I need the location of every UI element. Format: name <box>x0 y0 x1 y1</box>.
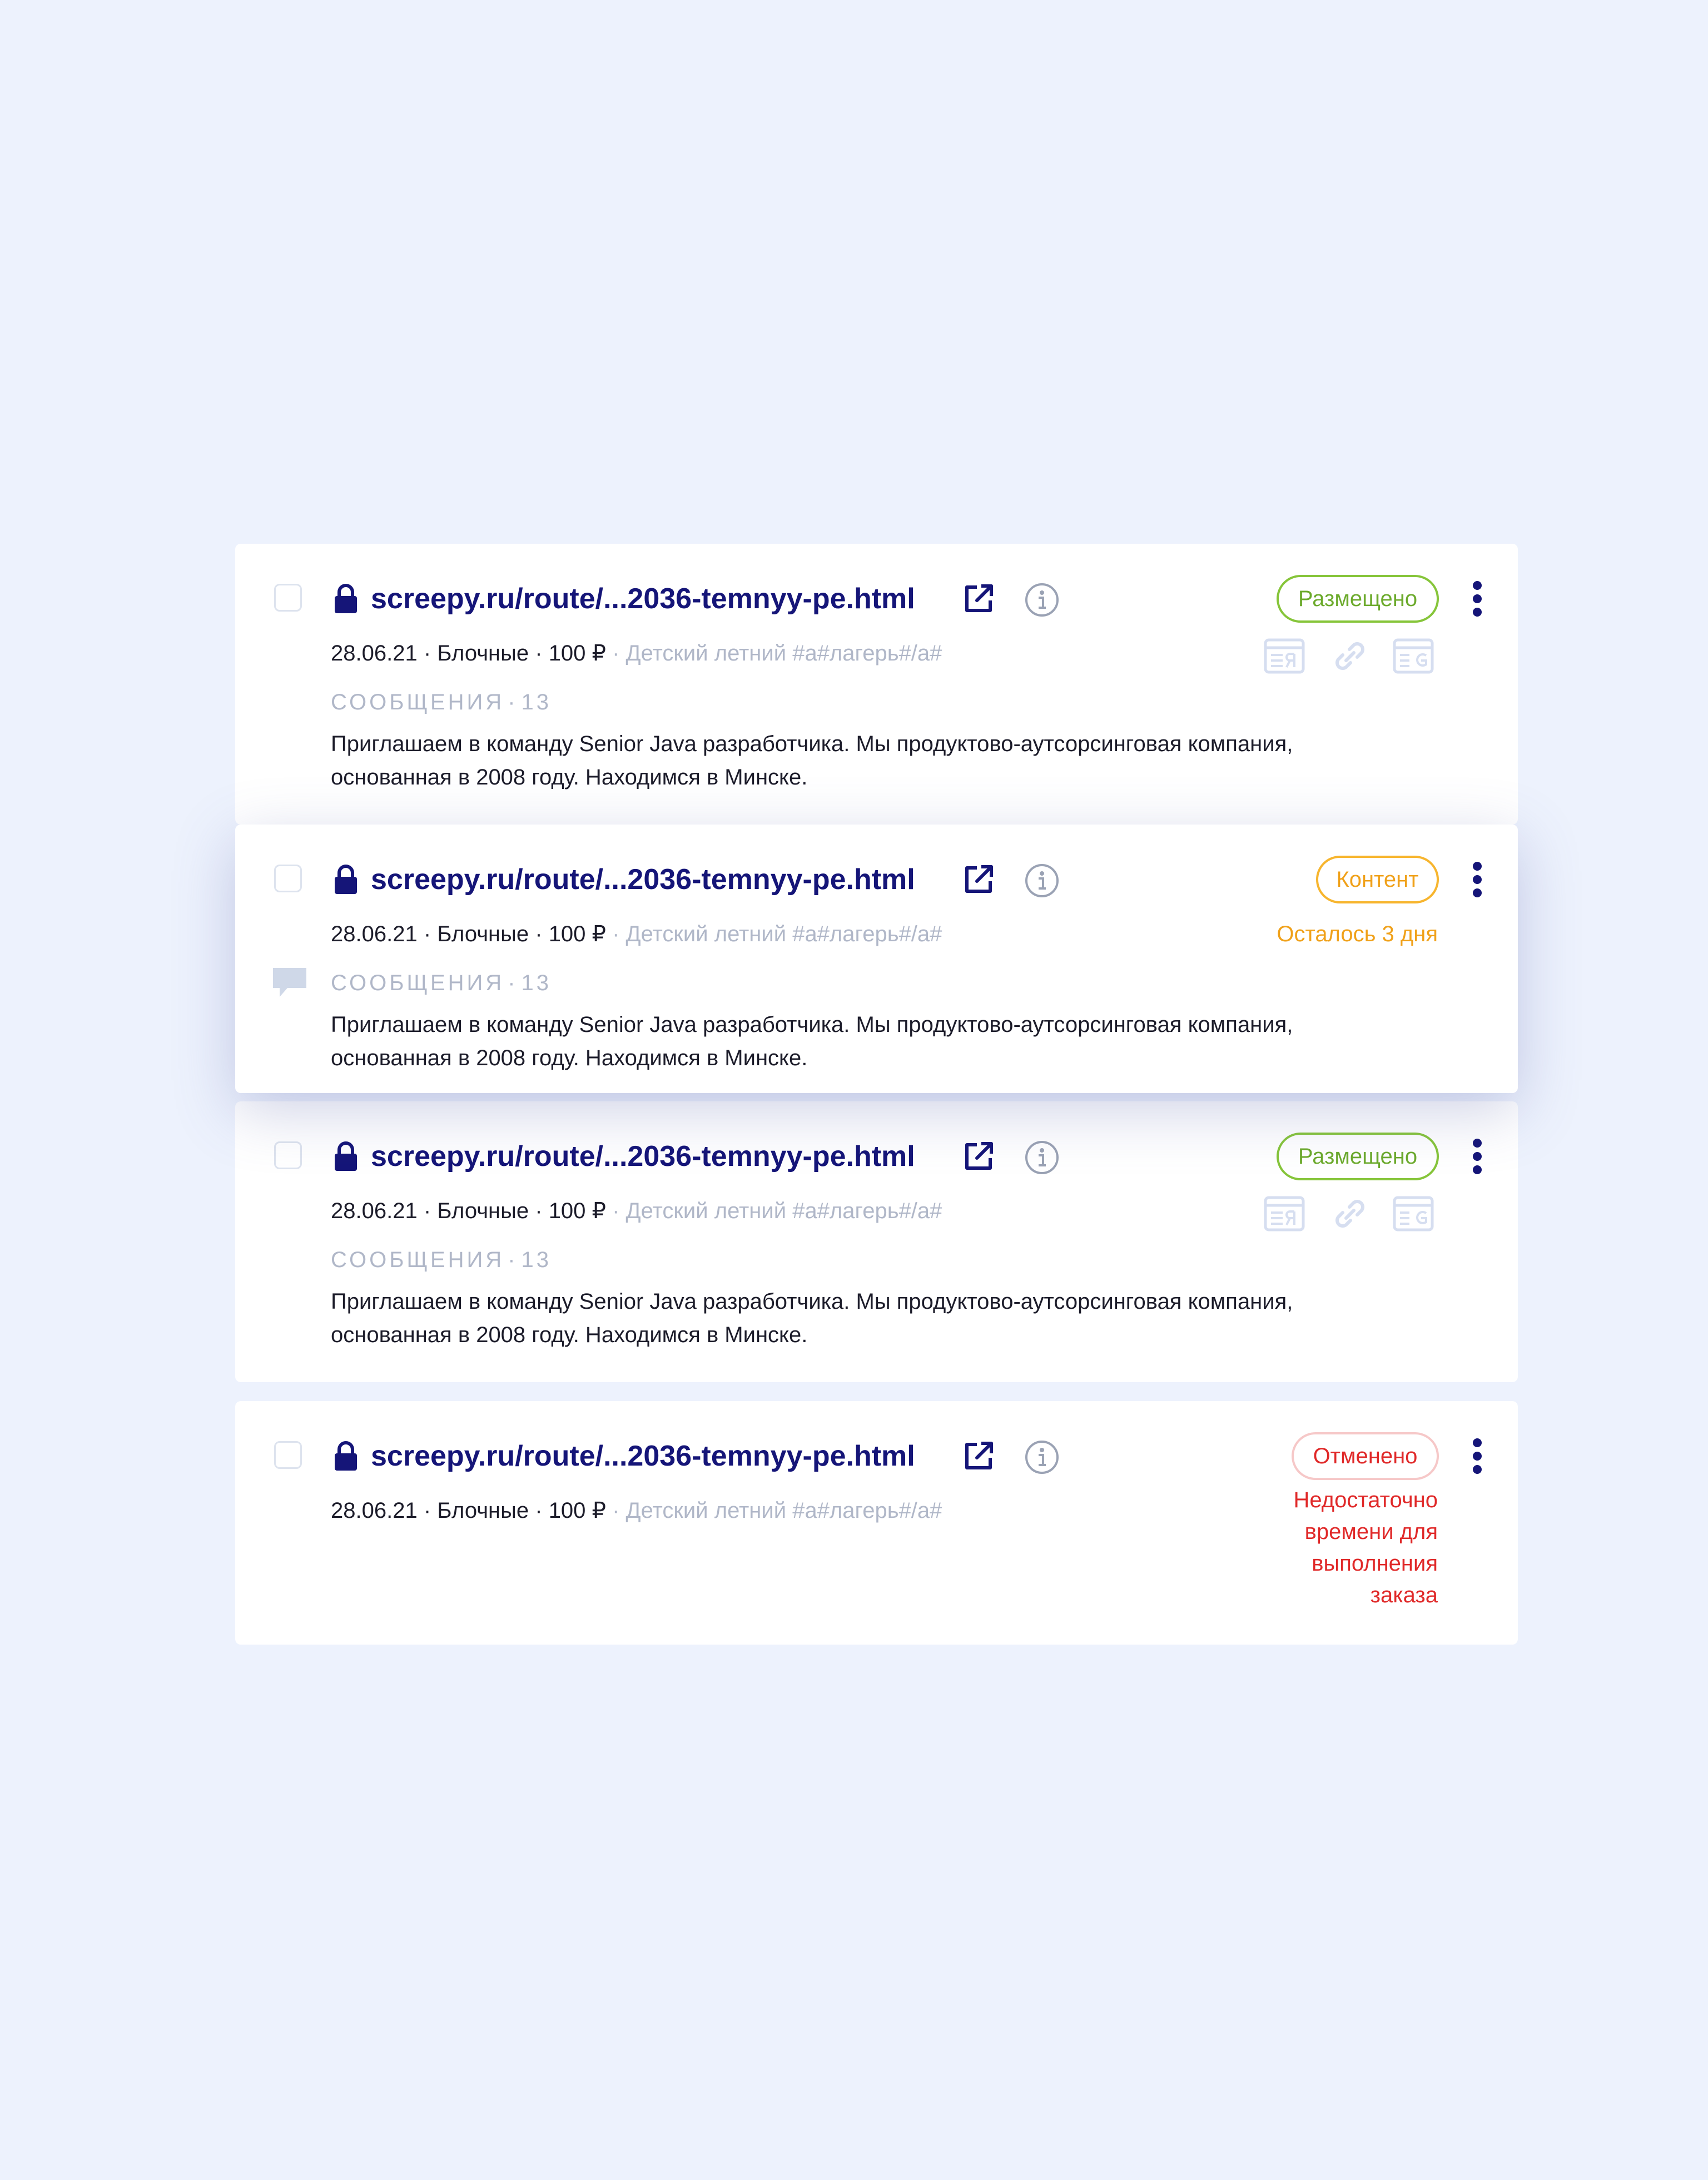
messages-label: СООБЩЕНИЯ <box>331 1248 505 1272</box>
more-menu-icon[interactable] <box>1472 580 1483 617</box>
status-badge: Размещено <box>1277 575 1439 623</box>
order-type: Блочные <box>437 922 529 946</box>
order-price: 100 ₽ <box>548 641 606 666</box>
order-date: 28.06.21 <box>331 1199 418 1223</box>
order-meta: 28.06.21 · Блочные · 100 ₽ · Детский лет… <box>331 1199 942 1223</box>
order-card: screepy.ru/route/...2036-temnyy-pe.html … <box>235 544 1518 825</box>
order-url-link[interactable]: screepy.ru/route/...2036-temnyy-pe.html <box>371 1439 915 1473</box>
yandex-index-icon[interactable] <box>1264 1195 1305 1233</box>
yandex-index-icon[interactable] <box>1264 637 1305 675</box>
status-badge: Контент <box>1316 856 1439 903</box>
info-icon[interactable] <box>1025 863 1059 898</box>
messages-label: СООБЩЕНИЯ <box>331 971 505 995</box>
order-date: 28.06.21 <box>331 922 418 946</box>
link-icon[interactable] <box>1329 1195 1371 1233</box>
cancel-reason-text: Недостаточно времени для выполнения зака… <box>1293 1488 1438 1607</box>
order-url-link[interactable]: screepy.ru/route/...2036-temnyy-pe.html <box>371 1139 915 1174</box>
message-text: Приглашаем в команду Senior Java разрабо… <box>331 1289 1293 1347</box>
order-url-link[interactable]: screepy.ru/route/...2036-temnyy-pe.html <box>371 862 915 897</box>
link-icon[interactable] <box>1329 637 1371 675</box>
status-badge: Отменено <box>1292 1432 1439 1480</box>
lock-icon <box>333 865 359 895</box>
status-badge: Размещено <box>1277 1133 1439 1180</box>
order-anchor: Детский летний #а#лагерь#/а# <box>625 641 942 666</box>
google-index-icon[interactable] <box>1393 637 1434 675</box>
lock-icon <box>333 584 359 614</box>
external-link-icon[interactable] <box>962 583 995 615</box>
select-checkbox[interactable] <box>274 1441 302 1469</box>
order-anchor: Детский летний #а#лагерь#/а# <box>625 922 942 946</box>
order-type: Блочные <box>437 1498 529 1523</box>
messages-header[interactable]: СООБЩЕНИЯ · 13 <box>331 688 552 716</box>
order-anchor: Детский летний #а#лагерь#/а# <box>625 1498 942 1523</box>
more-menu-icon[interactable] <box>1472 861 1483 898</box>
select-checkbox[interactable] <box>274 1141 302 1169</box>
message-text: Приглашаем в команду Senior Java разрабо… <box>331 1012 1293 1070</box>
messages-label: СООБЩЕНИЯ <box>331 690 505 714</box>
order-meta: 28.06.21 · Блочные · 100 ₽ · Детский лет… <box>331 641 942 666</box>
messages-count: 13 <box>521 971 552 995</box>
lock-icon <box>333 1141 359 1171</box>
info-icon[interactable] <box>1025 1140 1059 1175</box>
messages-count: 13 <box>521 1248 552 1272</box>
select-checkbox[interactable] <box>274 584 302 612</box>
external-link-icon[interactable] <box>962 863 995 896</box>
more-menu-icon[interactable] <box>1472 1438 1483 1474</box>
order-url-link[interactable]: screepy.ru/route/...2036-temnyy-pe.html <box>371 582 915 616</box>
order-price: 100 ₽ <box>548 1498 606 1523</box>
index-tools <box>1264 637 1442 675</box>
order-card: screepy.ru/route/...2036-temnyy-pe.html … <box>235 825 1518 1093</box>
messages-header[interactable]: СООБЩЕНИЯ · 13 <box>331 969 552 997</box>
order-card: screepy.ru/route/...2036-temnyy-pe.html … <box>235 1401 1518 1645</box>
info-icon[interactable] <box>1025 583 1059 617</box>
more-menu-icon[interactable] <box>1472 1138 1483 1175</box>
order-date: 28.06.21 <box>331 1498 418 1523</box>
index-tools <box>1264 1195 1442 1233</box>
order-date: 28.06.21 <box>331 641 418 666</box>
order-anchor: Детский летний #а#лагерь#/а# <box>625 1199 942 1223</box>
order-meta: 28.06.21 · Блочные · 100 ₽ · Детский лет… <box>331 922 942 946</box>
lock-icon <box>333 1441 359 1471</box>
message-text: Приглашаем в команду Senior Java разрабо… <box>331 732 1293 789</box>
external-link-icon[interactable] <box>962 1140 995 1173</box>
deadline-text: Осталось 3 дня <box>1277 922 1438 946</box>
order-type: Блочные <box>437 1199 529 1223</box>
order-type: Блочные <box>437 641 529 666</box>
google-index-icon[interactable] <box>1393 1195 1434 1233</box>
order-price: 100 ₽ <box>548 1199 606 1223</box>
messages-count: 13 <box>521 690 552 714</box>
order-price: 100 ₽ <box>548 922 606 946</box>
messages-header[interactable]: СООБЩЕНИЯ · 13 <box>331 1246 552 1274</box>
order-meta: 28.06.21 · Блочные · 100 ₽ · Детский лет… <box>331 1498 942 1523</box>
select-checkbox[interactable] <box>274 865 302 892</box>
external-link-icon[interactable] <box>962 1440 995 1472</box>
comment-icon[interactable] <box>272 967 307 1000</box>
info-icon[interactable] <box>1025 1440 1059 1474</box>
order-card: screepy.ru/route/...2036-temnyy-pe.html … <box>235 1101 1518 1382</box>
